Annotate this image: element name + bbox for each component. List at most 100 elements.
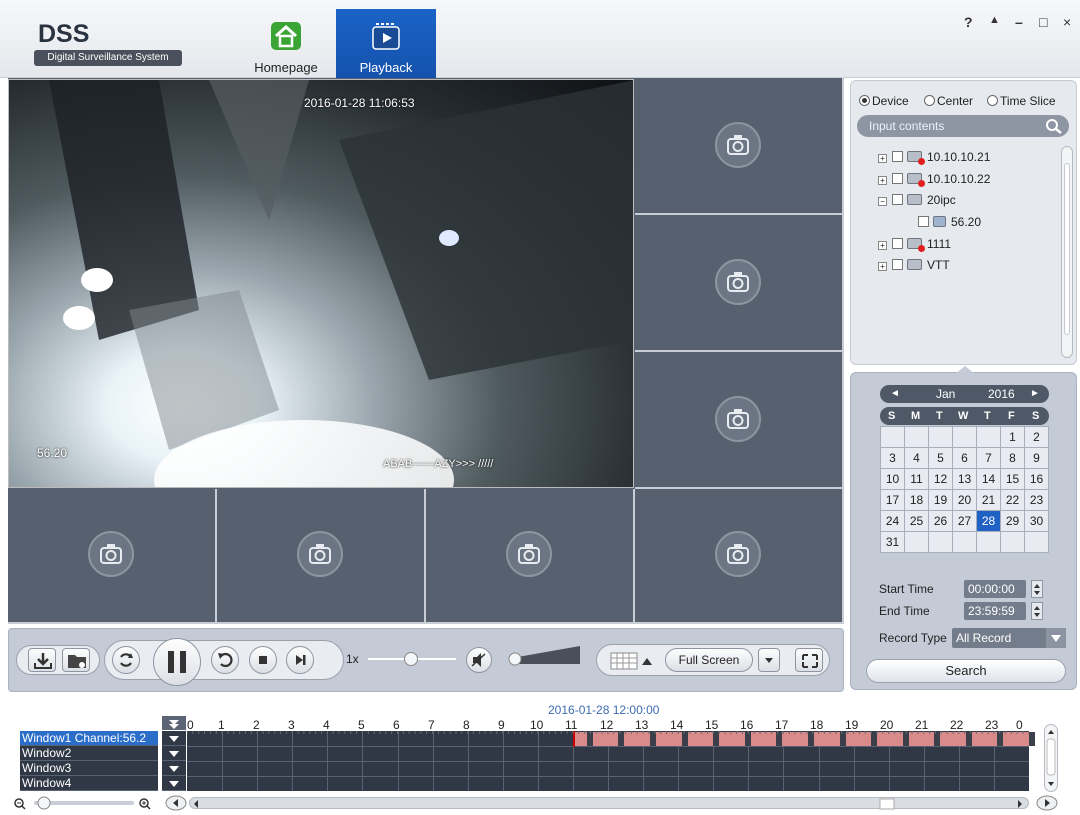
video-window-3[interactable]: [635, 215, 844, 352]
timeline-window-row[interactable]: Window4: [20, 776, 158, 791]
calendar-day[interactable]: 16: [1024, 468, 1049, 490]
video-window-8[interactable]: [635, 489, 844, 624]
tree-checkbox[interactable]: [892, 238, 903, 249]
expand-icon[interactable]: +: [878, 176, 887, 185]
end-time-input[interactable]: 23:59:59: [964, 602, 1026, 620]
video-window-2[interactable]: [635, 78, 844, 215]
calendar-day[interactable]: 11: [904, 468, 929, 490]
tree-node-56-20[interactable]: 56.20: [918, 211, 981, 233]
timeline-window-row-selected[interactable]: Window1 Channel:56.2: [20, 731, 158, 746]
calendar-day[interactable]: 9: [1024, 447, 1049, 469]
tree-checkbox[interactable]: [892, 259, 903, 270]
calendar-day[interactable]: 7: [976, 447, 1001, 469]
tree-node-1111[interactable]: +1111: [878, 233, 951, 255]
calendar-next-button[interactable]: ►: [1030, 385, 1040, 403]
window-dropdown[interactable]: [162, 761, 186, 776]
tree-node-10-10-10-22[interactable]: +10.10.10.22: [878, 168, 990, 190]
timeline-horizontal-scrollbar[interactable]: [189, 797, 1029, 810]
mute-button[interactable]: [466, 647, 492, 673]
maximize-button[interactable]: □: [1039, 14, 1047, 30]
record-segment[interactable]: [572, 732, 1035, 746]
calendar-day[interactable]: 20: [952, 489, 977, 511]
tab-homepage[interactable]: Homepage: [236, 9, 336, 78]
search-icon[interactable]: [1043, 117, 1065, 135]
calendar-day[interactable]: 10: [880, 468, 905, 490]
calendar-day[interactable]: 21: [976, 489, 1001, 511]
calendar-day[interactable]: 27: [952, 510, 977, 532]
expand-icon[interactable]: +: [878, 154, 887, 163]
calendar-day[interactable]: 5: [928, 447, 953, 469]
timeline-window-row[interactable]: Window3: [20, 761, 158, 776]
reverse-play-button[interactable]: [211, 646, 239, 674]
calendar-day[interactable]: 23: [1024, 489, 1049, 511]
calendar-day[interactable]: 17: [880, 489, 905, 511]
calendar-day[interactable]: 30: [1024, 510, 1049, 532]
zoom-slider[interactable]: [12, 795, 162, 811]
grid-layout-button[interactable]: [610, 651, 656, 671]
search-button[interactable]: Search: [866, 659, 1066, 683]
tree-checkbox[interactable]: [892, 194, 903, 205]
calendar-day[interactable]: 24: [880, 510, 905, 532]
calendar-day[interactable]: 26: [928, 510, 953, 532]
tree-node-vtt[interactable]: + VTT: [878, 254, 950, 276]
timeline-window-row[interactable]: Window2: [20, 746, 158, 761]
calendar-day[interactable]: 12: [928, 468, 953, 490]
timeline-tracks[interactable]: [187, 731, 1035, 791]
chevron-down-icon[interactable]: [1046, 628, 1066, 648]
mode-time-slice-radio[interactable]: Time Slice: [987, 94, 1056, 108]
calendar-day[interactable]: 14: [976, 468, 1001, 490]
expand-icon[interactable]: +: [878, 262, 887, 271]
stop-button[interactable]: [249, 646, 277, 674]
download-button[interactable]: [28, 648, 56, 672]
minimize-button[interactable]: –: [1015, 14, 1023, 30]
tree-checkbox[interactable]: [892, 173, 903, 184]
start-time-input[interactable]: 00:00:00: [964, 580, 1026, 598]
video-window-7[interactable]: [426, 489, 635, 624]
tree-checkbox[interactable]: [892, 151, 903, 162]
fit-window-button[interactable]: [795, 648, 823, 672]
device-search-input[interactable]: Input contents: [857, 115, 1069, 137]
fullscreen-dropdown[interactable]: [758, 648, 780, 672]
calendar-day[interactable]: 8: [1000, 447, 1025, 469]
close-button[interactable]: ×: [1063, 14, 1071, 30]
calendar-day[interactable]: 18: [904, 489, 929, 511]
calendar-prev-button[interactable]: ◄: [890, 385, 900, 403]
calendar-day[interactable]: 2: [1024, 426, 1049, 448]
video-window-5[interactable]: [8, 489, 217, 624]
calendar-day-selected[interactable]: 28: [976, 510, 1001, 532]
calendar-day[interactable]: 3: [880, 447, 905, 469]
speed-slider-thumb[interactable]: [404, 652, 418, 666]
calendar-day[interactable]: 29: [1000, 510, 1025, 532]
expand-icon[interactable]: +: [878, 241, 887, 250]
window-dropdown[interactable]: [162, 776, 186, 791]
calendar-day[interactable]: 4: [904, 447, 929, 469]
local-record-button[interactable]: [62, 648, 90, 672]
mode-center-radio[interactable]: Center: [924, 94, 973, 108]
next-frame-button[interactable]: [286, 646, 314, 674]
help-button[interactable]: ?: [964, 14, 973, 30]
volume-slider[interactable]: [506, 644, 582, 666]
collapse-all-icon[interactable]: [162, 716, 186, 730]
start-time-spinner[interactable]: [1031, 580, 1043, 598]
calendar-day[interactable]: 22: [1000, 489, 1025, 511]
calendar-day[interactable]: 25: [904, 510, 929, 532]
video-window-4[interactable]: [635, 352, 844, 489]
tree-node-10-10-10-21[interactable]: +10.10.10.21: [878, 146, 990, 168]
video-window-1[interactable]: 2016-01-28 11:06:53 56.20 ABAB——AZY>>> /…: [8, 79, 634, 488]
device-tree-scrollbar[interactable]: [1061, 146, 1073, 358]
tree-checkbox[interactable]: [918, 216, 929, 227]
mode-device-radio[interactable]: Device: [859, 94, 909, 108]
tab-playback[interactable]: Playback: [336, 9, 436, 78]
calendar-day[interactable]: 6: [952, 447, 977, 469]
speed-slider[interactable]: [368, 652, 456, 666]
calendar-day[interactable]: 1: [1000, 426, 1025, 448]
timeline-next-button[interactable]: [1036, 795, 1058, 811]
calendar-day[interactable]: 15: [1000, 468, 1025, 490]
timeline-prev-button[interactable]: [165, 795, 187, 811]
video-window-6[interactable]: [217, 489, 426, 624]
lock-button[interactable]: ▲: [989, 14, 1000, 26]
calendar-day[interactable]: 19: [928, 489, 953, 511]
collapse-icon[interactable]: −: [878, 197, 887, 206]
timeline-vertical-scrollbar[interactable]: [1044, 724, 1058, 792]
window-dropdown[interactable]: [162, 746, 186, 761]
